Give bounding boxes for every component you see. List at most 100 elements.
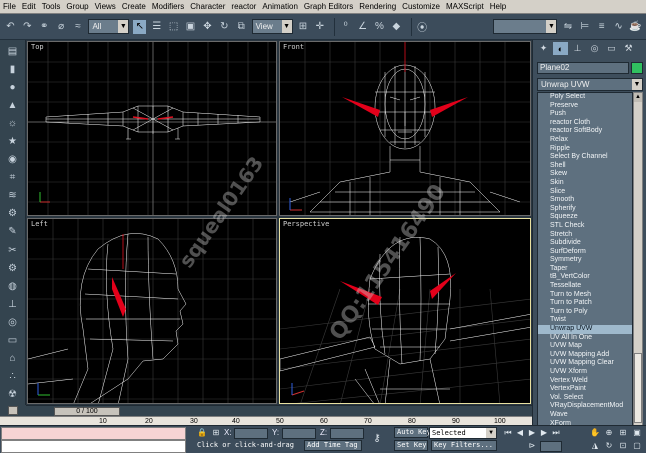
arc-rotate-icon[interactable]: ↻ bbox=[604, 441, 614, 451]
viewport-label-left[interactable]: Left bbox=[31, 220, 48, 228]
list-item[interactable]: UVW Map bbox=[538, 342, 632, 351]
reactor-icon[interactable]: ☢ bbox=[5, 387, 21, 402]
pan-icon[interactable]: ✋ bbox=[590, 428, 600, 438]
named-selection-dropdown[interactable]: ▼ bbox=[492, 19, 558, 34]
move-icon[interactable]: ✥ bbox=[201, 20, 214, 34]
menu-views[interactable]: Views bbox=[95, 2, 116, 11]
lock-selection-icon[interactable]: 🔒 bbox=[197, 428, 207, 438]
list-item[interactable]: SurfDeform bbox=[538, 248, 632, 257]
utilities-tab-icon[interactable]: ⚒ bbox=[621, 42, 636, 55]
play-icon[interactable]: ▶ bbox=[527, 428, 537, 438]
edit-named-selection-icon[interactable]: ⦿ bbox=[416, 20, 429, 34]
layer-manager-icon[interactable]: ≡ bbox=[595, 20, 608, 34]
mirror-icon[interactable]: ⇋ bbox=[561, 20, 574, 34]
list-item[interactable]: Turn to Patch bbox=[538, 299, 632, 308]
light-icon[interactable]: ☼ bbox=[5, 116, 21, 131]
list-item[interactable]: Shell bbox=[538, 162, 632, 171]
list-item[interactable]: Ripple bbox=[538, 145, 632, 154]
list-item[interactable]: Spherify bbox=[538, 205, 632, 214]
menu-create[interactable]: Create bbox=[122, 2, 146, 11]
auto-key-button[interactable]: Auto Key bbox=[394, 427, 431, 438]
time-slider[interactable]: 0 / 100 bbox=[26, 405, 532, 416]
list-item[interactable]: Twist bbox=[538, 316, 632, 325]
render-icon[interactable]: ☕ bbox=[629, 20, 642, 34]
undo-icon[interactable]: ↶ bbox=[4, 20, 17, 34]
list-item[interactable]: Symmetry bbox=[538, 256, 632, 265]
scroll-thumb[interactable] bbox=[634, 353, 642, 423]
list-item[interactable]: reactor Cloth bbox=[538, 119, 632, 128]
list-item[interactable]: tB_VertColor bbox=[538, 273, 632, 282]
viewport-label-top[interactable]: Top bbox=[31, 43, 44, 51]
pivot-center-icon[interactable]: ⊞ bbox=[297, 20, 310, 34]
menu-animation[interactable]: Animation bbox=[262, 2, 298, 11]
viewport-label-perspective[interactable]: Perspective bbox=[283, 220, 329, 228]
ref-coord-dropdown[interactable]: View ▼ bbox=[251, 19, 293, 34]
list-item[interactable]: Push bbox=[538, 110, 632, 119]
list-item[interactable]: Squeeze bbox=[538, 213, 632, 222]
utilities-icon[interactable]: ⌂ bbox=[5, 351, 21, 366]
select-object-icon[interactable]: ↖ bbox=[133, 19, 147, 34]
set-key-button[interactable]: Set Key bbox=[394, 440, 428, 451]
motion-tab-icon[interactable]: ◎ bbox=[587, 42, 602, 55]
motion-icon[interactable]: ◎ bbox=[5, 315, 21, 330]
track-bar[interactable]: 10 20 30 40 50 60 70 80 90 100 bbox=[0, 416, 532, 425]
curve-editor-toggle[interactable] bbox=[8, 406, 18, 415]
key-mode-icon[interactable]: ⊳ bbox=[527, 441, 537, 451]
percent-snap-icon[interactable]: % bbox=[373, 20, 386, 34]
select-link-icon[interactable]: ⚭ bbox=[38, 20, 51, 34]
menu-edit[interactable]: Edit bbox=[22, 2, 36, 11]
list-item[interactable]: Wave bbox=[538, 411, 632, 420]
menu-file[interactable]: File bbox=[3, 2, 16, 11]
add-time-tag-button[interactable]: Add Time Tag bbox=[304, 440, 362, 451]
bind-spacewarp-icon[interactable]: ≈ bbox=[72, 20, 85, 34]
object-color-swatch[interactable] bbox=[631, 62, 643, 74]
unlink-icon[interactable]: ⌀ bbox=[55, 20, 68, 34]
list-item[interactable]: VertexPaint bbox=[538, 385, 632, 394]
list-item[interactable]: Stretch bbox=[538, 231, 632, 240]
angle-snap-icon[interactable]: ∠ bbox=[356, 20, 369, 34]
gear-icon[interactable]: ⚙ bbox=[5, 261, 21, 276]
brush-icon[interactable]: ✎ bbox=[5, 224, 21, 239]
y-coordinate-field[interactable] bbox=[282, 428, 316, 439]
list-item[interactable]: Vertex Weld bbox=[538, 377, 632, 386]
select-by-name-icon[interactable]: ☰ bbox=[150, 20, 163, 34]
list-item[interactable]: Poly Select bbox=[538, 93, 632, 102]
next-frame-icon[interactable]: ▶ bbox=[539, 428, 549, 438]
wrench-icon[interactable]: ✂ bbox=[5, 243, 21, 258]
modifier-list-scrollbar[interactable]: ▲ ▼ bbox=[633, 92, 643, 439]
menu-modifiers[interactable]: Modifiers bbox=[152, 2, 184, 11]
scale-icon[interactable]: ⧉ bbox=[235, 20, 248, 34]
star-icon[interactable]: ★ bbox=[5, 134, 21, 149]
maxscript-listener-output[interactable] bbox=[1, 440, 186, 453]
manipulate-icon[interactable]: ✛ bbox=[313, 20, 326, 34]
cylinder-icon[interactable]: ▮ bbox=[5, 62, 21, 77]
z-coordinate-field[interactable] bbox=[330, 428, 364, 439]
absolute-mode-icon[interactable]: ⊞ bbox=[211, 428, 221, 438]
list-item[interactable]: UV All In One bbox=[538, 334, 632, 343]
cone-icon[interactable]: ▲ bbox=[5, 98, 21, 113]
scroll-up-icon[interactable]: ▲ bbox=[634, 93, 642, 102]
hierarchy-tab-icon[interactable]: ⊥ bbox=[570, 42, 585, 55]
key-icon[interactable]: ⚷ bbox=[372, 434, 382, 444]
list-item[interactable]: Tessellate bbox=[538, 282, 632, 291]
list-item[interactable]: Select By Channel bbox=[538, 153, 632, 162]
list-item[interactable]: Taper bbox=[538, 265, 632, 274]
list-item[interactable]: Relax bbox=[538, 136, 632, 145]
selection-filter-dropdown[interactable]: All ▼ bbox=[88, 19, 130, 34]
curve-editor-icon[interactable]: ∿ bbox=[612, 20, 625, 34]
redo-icon[interactable]: ↷ bbox=[21, 20, 34, 34]
viewport-front[interactable]: Front bbox=[279, 41, 531, 216]
systems-icon[interactable]: ⚙ bbox=[5, 206, 21, 221]
align-icon[interactable]: ⊨ bbox=[578, 20, 591, 34]
list-item-selected[interactable]: Unwrap UVW bbox=[538, 325, 632, 334]
previous-frame-icon[interactable]: ◀ bbox=[515, 428, 525, 438]
viewport-label-front[interactable]: Front bbox=[283, 43, 304, 51]
modifier-list-dropdown[interactable]: Unwrap UVW ▼ bbox=[537, 78, 643, 91]
list-item[interactable]: Skin bbox=[538, 179, 632, 188]
maximize-viewport-icon[interactable]: ▣ bbox=[632, 428, 642, 438]
zoom-all-icon[interactable]: ⊞ bbox=[618, 428, 628, 438]
key-filters-button[interactable]: Key Filters... bbox=[431, 440, 497, 451]
menu-help[interactable]: Help bbox=[490, 2, 506, 11]
menu-character[interactable]: Character bbox=[190, 2, 225, 11]
spacewarp-icon[interactable]: ≋ bbox=[5, 188, 21, 203]
